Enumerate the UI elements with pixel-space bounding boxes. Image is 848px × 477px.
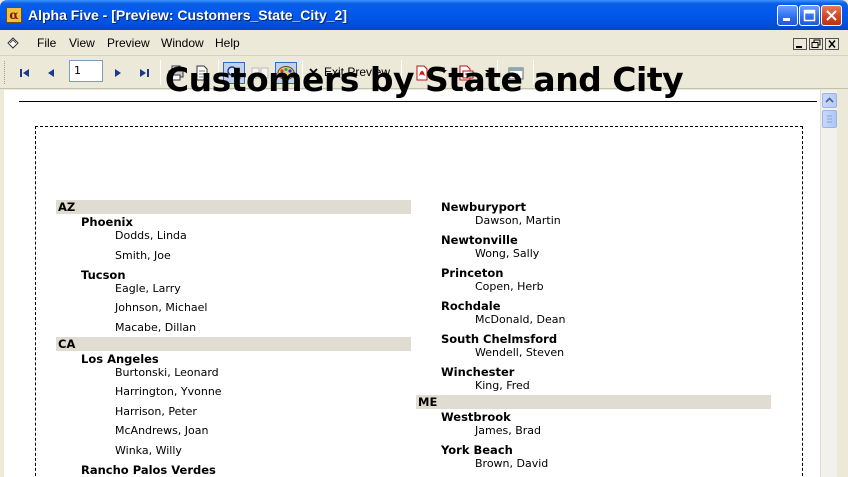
alpha-five-app-icon[interactable]: α	[6, 7, 22, 23]
customer-name: McAndrews, Joan	[115, 424, 209, 437]
city-group-header: Phoenix	[81, 215, 133, 229]
customer-name: Dodds, Linda	[115, 229, 187, 242]
customer-name: Dawson, Martin	[475, 214, 561, 227]
report-title: Customers by State and City	[164, 60, 684, 99]
customer-name: Smith, Joe	[115, 248, 171, 262]
mdi-restore-button[interactable]	[809, 38, 823, 50]
customer-name: Copen, Herb	[475, 280, 544, 293]
customer-name: Eagle, Larry	[115, 281, 181, 295]
mdi-close-button[interactable]	[825, 38, 839, 50]
chevron-up-icon	[825, 97, 834, 103]
restore-icon	[811, 39, 821, 48]
customer-name: James, Brad	[475, 424, 541, 437]
state-group-header: AZ	[56, 200, 411, 214]
city-group-header: Newburyport	[441, 200, 526, 214]
document-icon[interactable]	[6, 36, 20, 50]
city-group-header: Westbrook	[441, 410, 511, 424]
grip-icon	[827, 115, 832, 123]
vertical-scrollbar[interactable]	[820, 90, 837, 477]
customer-name: Macabe, Dillan	[115, 320, 197, 334]
customer-name: Harrison, Peter	[115, 404, 197, 418]
menu-bar: File View Preview Window Help	[0, 30, 848, 56]
city-group-header: South Chelmsford	[441, 332, 558, 346]
customer-name: Johnson, Michael	[115, 301, 208, 314]
title-bar[interactable]: α Alpha Five - [Preview: Customers_State…	[0, 0, 848, 30]
maximize-icon	[803, 9, 816, 22]
minimize-icon	[796, 46, 802, 48]
close-icon	[826, 10, 837, 21]
state-group-header: ME	[416, 395, 771, 409]
maximize-button[interactable]	[799, 5, 820, 26]
customer-name: Wong, Sally	[475, 247, 540, 260]
customer-name: Brown, David	[475, 457, 549, 470]
minimize-icon	[783, 18, 790, 21]
close-button[interactable]	[821, 5, 842, 26]
menu-preview[interactable]: Preview	[107, 36, 150, 50]
menu-window[interactable]: Window	[161, 36, 204, 50]
customer-name: McDonald, Dean	[475, 313, 566, 326]
customer-name: Harrington, Yvonne	[115, 385, 222, 398]
menu-view[interactable]: View	[69, 36, 95, 50]
minimize-button[interactable]	[777, 5, 798, 26]
scroll-up-button[interactable]	[822, 93, 837, 108]
customer-name: Winka, Willy	[115, 443, 182, 457]
city-group-header: Los Angeles	[81, 351, 159, 366]
city-group-header: Rochdale	[441, 299, 501, 313]
city-group-header: Princeton	[441, 266, 504, 280]
page-edge-line	[19, 101, 817, 102]
customer-name: King, Fred	[475, 379, 530, 392]
city-group-header: Winchester	[441, 365, 515, 379]
menu-help[interactable]: Help	[215, 36, 240, 50]
window-right-edge	[837, 90, 848, 477]
state-group-header: CA	[56, 336, 411, 351]
city-group-header: Tucson	[81, 267, 126, 282]
city-group-header: York Beach	[441, 443, 513, 457]
mdi-minimize-button[interactable]	[793, 38, 807, 50]
customer-name: Wendell, Steven	[475, 346, 565, 359]
city-group-header: Newtonville	[441, 233, 518, 247]
window-title: Alpha Five - [Preview: Customers_State_C…	[28, 7, 347, 23]
scroll-thumb[interactable]	[822, 110, 837, 128]
close-icon	[828, 40, 836, 48]
city-group-header: Rancho Palos Verdes	[81, 462, 216, 477]
menu-file[interactable]: File	[37, 36, 56, 50]
customer-name: Burtonski, Leonard	[115, 365, 219, 379]
